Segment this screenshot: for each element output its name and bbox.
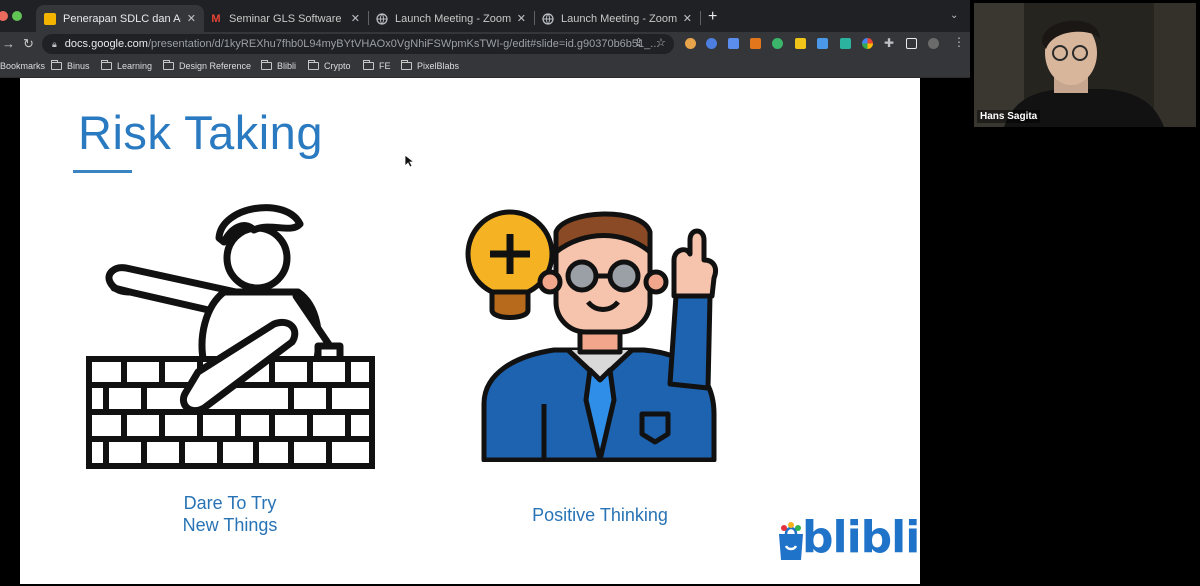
bookmark-label: Binus <box>67 61 90 71</box>
participant-video-tile[interactable]: Hans Sagita <box>974 3 1196 127</box>
extension-icon[interactable] <box>706 38 717 49</box>
bookmark-item[interactable]: Binus <box>51 60 90 71</box>
metamask-icon[interactable] <box>750 38 761 49</box>
tab-title: Launch Meeting - Zoom <box>561 12 677 25</box>
bookmark-label: Learning <box>117 61 153 71</box>
extension-icon[interactable] <box>772 38 783 49</box>
climbing-wall-icon <box>86 204 375 469</box>
color-picker-icon[interactable] <box>862 38 873 49</box>
tab-title: Penerapan SDLC dan Agile Sc <box>63 12 181 25</box>
folder-icon <box>163 60 174 70</box>
bookmark-item[interactable]: PixelBlabs <box>401 60 460 71</box>
bookmark-label: Blibli <box>277 61 297 71</box>
globe-icon <box>376 12 388 25</box>
bookmark-label: Design Reference <box>179 61 252 71</box>
bookmark-label: FE <box>379 61 391 71</box>
extension-icon[interactable] <box>817 38 828 49</box>
caption-line: New Things <box>182 515 278 535</box>
bookmark-item[interactable]: Blibli <box>261 60 297 71</box>
tab-google-slides[interactable]: Penerapan SDLC dan Agile Sc ✕ <box>36 5 204 32</box>
browser-toolbar: → ↻ 🔒︎ docs.google.com/presentation/d/1k… <box>0 32 970 56</box>
logo-text: blibli <box>802 512 920 563</box>
tab-bar: Penerapan SDLC dan Agile Sc ✕ M Seminar … <box>0 0 970 32</box>
address-bar[interactable]: 🔒︎ docs.google.com/presentation/d/1kyREX… <box>42 34 674 54</box>
participant-video-frame <box>974 3 1196 127</box>
folder-icon <box>51 60 62 70</box>
tab-zoom-2[interactable]: Launch Meeting - Zoom ✕ <box>534 5 700 32</box>
folder-icon <box>261 60 272 70</box>
bookmark-item[interactable]: Design Reference <box>163 60 252 71</box>
tab-search-icon[interactable]: ⌄ <box>950 10 958 21</box>
caption-positive-thinking: Positive Thinking <box>532 505 668 525</box>
maximize-window-button[interactable] <box>12 11 22 21</box>
caption-line: Dare To Try <box>183 493 277 513</box>
google-slides-icon <box>44 12 56 25</box>
gmail-icon: M <box>211 12 221 25</box>
video-panel: Hans Sagita <box>970 0 1200 586</box>
bookmark-label: PixelBlabs <box>417 61 460 71</box>
extension-icon[interactable] <box>840 38 851 49</box>
folder-icon <box>363 60 374 70</box>
bookmark-item[interactable]: Bookmarks <box>0 61 45 71</box>
folder-icon <box>101 60 112 70</box>
bookmark-item[interactable]: FE <box>363 60 391 71</box>
puzzle-icon[interactable]: ✚ <box>884 36 894 50</box>
participant-name: Hans Sagita <box>977 110 1041 123</box>
bookmark-item[interactable]: Crypto <box>308 60 351 71</box>
close-icon[interactable]: ✕ <box>351 12 360 25</box>
extension-icon[interactable] <box>795 38 806 49</box>
close-window-button[interactable] <box>0 11 8 21</box>
forward-icon[interactable]: → <box>2 36 15 51</box>
close-icon[interactable]: ✕ <box>517 12 526 25</box>
presentation-slide: Risk Taking Dare To Try New Things Posit… <box>20 78 920 584</box>
folder-icon <box>401 60 412 70</box>
browser-window: Penerapan SDLC dan Agile Sc ✕ M Seminar … <box>0 0 970 586</box>
tab-title: Launch Meeting - Zoom <box>395 12 511 25</box>
globe-icon <box>542 12 554 25</box>
url-host: docs.google.com <box>64 38 148 50</box>
screen: Penerapan SDLC dan Agile Sc ✕ M Seminar … <box>0 0 1200 586</box>
lock-icon: 🔒︎ <box>52 38 57 49</box>
url-path: /presentation/d/1kyREXhu7fhb0L94myBYtVHA… <box>147 38 660 50</box>
tab-zoom-1[interactable]: Launch Meeting - Zoom ✕ <box>368 5 534 32</box>
close-icon[interactable]: ✕ <box>683 12 692 25</box>
tab-gmail[interactable]: M Seminar GLS Software Engineer ✕ <box>202 5 368 32</box>
avatar[interactable] <box>928 38 939 49</box>
extension-icon[interactable] <box>685 38 696 49</box>
bookmark-item[interactable]: Learning <box>101 60 153 71</box>
bookmarks-bar: Bookmarks Binus Learning Design Referenc… <box>0 56 970 78</box>
folder-icon <box>308 60 319 70</box>
tab-title: Seminar GLS Software Engineer <box>229 12 345 25</box>
menu-icon[interactable]: ⋮ <box>953 35 965 49</box>
bookmark-label: Crypto <box>324 61 351 71</box>
side-panel-icon[interactable] <box>906 38 917 49</box>
blibli-logo: blibli <box>776 512 920 564</box>
close-icon[interactable]: ✕ <box>187 12 196 25</box>
share-icon[interactable]: ⇪ <box>634 36 643 49</box>
mouse-cursor-icon <box>404 154 414 168</box>
new-tab-button[interactable]: + <box>708 8 717 26</box>
caption-dare-to-try: Dare To Try New Things <box>150 492 310 536</box>
bookmark-label: Bookmarks <box>0 61 46 71</box>
positive-thinking-icon <box>465 209 719 462</box>
slide-title: Risk Taking <box>78 106 323 159</box>
reload-icon[interactable]: ↻ <box>23 36 34 52</box>
bookmark-star-icon[interactable]: ☆ <box>656 36 666 49</box>
translate-icon[interactable] <box>728 38 739 49</box>
title-underline <box>73 170 132 173</box>
